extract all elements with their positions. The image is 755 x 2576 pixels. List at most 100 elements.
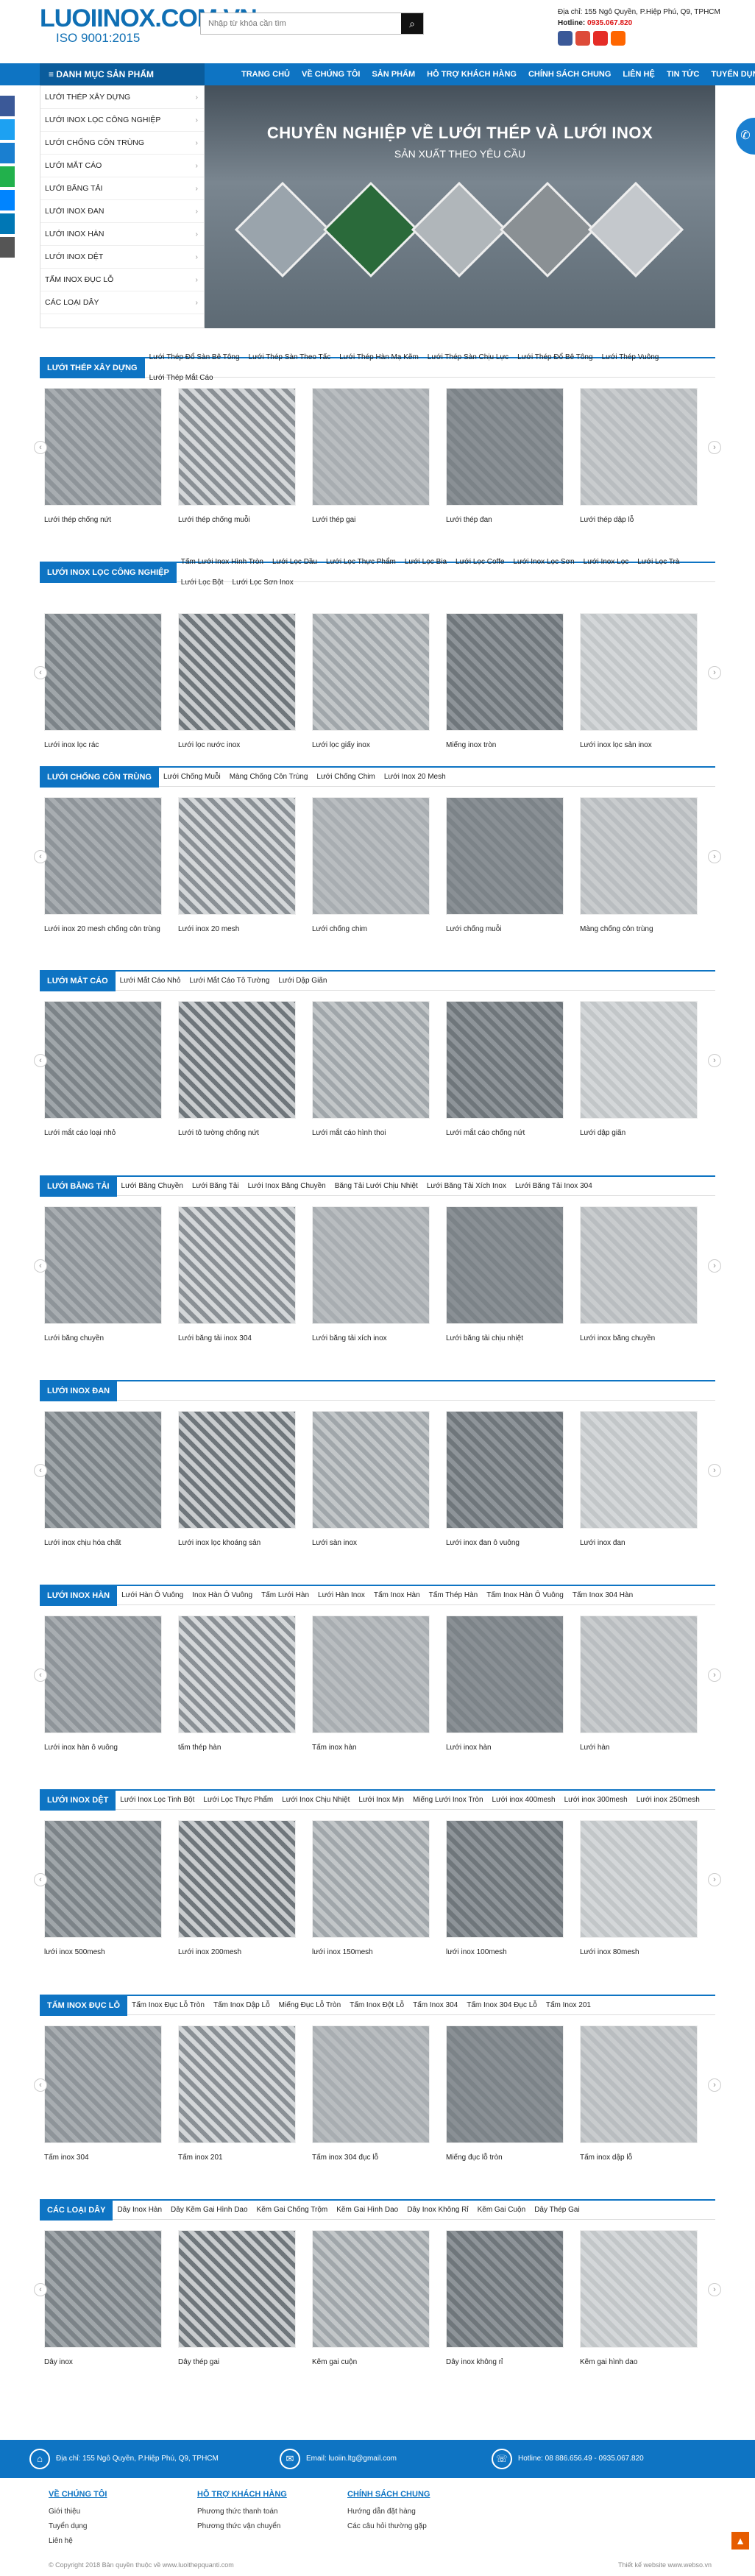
footer-link[interactable]: Phương thức thanh toán [197, 2505, 287, 2519]
product-name[interactable]: Lưới thép chống muỗi [178, 516, 296, 524]
section-tab[interactable]: Lưới Inox Chịu Nhiệt [277, 1790, 354, 1811]
footer-link[interactable]: Các câu hỏi thường gặp [347, 2519, 430, 2534]
section-tab[interactable]: Kẽm Gai Chống Trộm [252, 2200, 333, 2221]
product-image[interactable] [446, 797, 564, 915]
section-title[interactable]: LƯỚI INOX HÀN [40, 1585, 118, 1606]
product-image[interactable] [580, 1616, 698, 1733]
section-tab[interactable]: Tấm Inox Đột Lỗ [345, 1995, 408, 2016]
product-name[interactable]: Tấm inox 304 đục lỗ [312, 2154, 430, 2162]
section-tab[interactable]: Lưới Mắt Cáo Tô Tường [185, 971, 274, 991]
product-image[interactable] [44, 797, 162, 915]
product-name[interactable]: Lưới tô tường chống nứt [178, 1129, 296, 1137]
product-image[interactable] [446, 1206, 564, 1324]
product-name[interactable]: Tấm inox 304 [44, 2154, 162, 2162]
nav-item[interactable]: TIN TỨC [661, 63, 706, 85]
product-card[interactable]: Tấm inox 201 [178, 2025, 296, 2162]
product-name[interactable]: Dây inox [44, 2358, 162, 2366]
product-image[interactable] [178, 388, 296, 506]
product-name[interactable]: Miếng inox tròn [446, 741, 564, 749]
section-tab[interactable]: Tấm Inox Đục Lỗ Tròn [127, 1995, 209, 2016]
section-tab[interactable]: Lưới Thép Mắt Cáo [145, 368, 218, 389]
next-arrow-icon[interactable]: › [708, 1259, 721, 1273]
product-image[interactable] [44, 1411, 162, 1529]
section-tab[interactable]: Lưới Thép Đổ Sàn Bê Tông [145, 347, 244, 368]
section-tab[interactable]: Lưới Chống Chim [312, 767, 379, 788]
section-tab[interactable]: Tấm Lưới Hàn [257, 1585, 313, 1606]
product-name[interactable]: Dây thép gai [178, 2358, 296, 2366]
section-tab[interactable]: Tấm Inox Dập Lỗ [209, 1995, 274, 2016]
call-phone-icon[interactable]: ✆ [736, 118, 755, 155]
product-card[interactable]: Lưới inox hàn ô vuông [44, 1616, 162, 1752]
section-tab[interactable]: Dây Thép Gai [530, 2200, 584, 2221]
section-tab[interactable]: Lưới Inox Lọc Tinh Bột [116, 1790, 199, 1811]
product-card[interactable]: lưới inox 150mesh [312, 1820, 430, 1956]
product-image[interactable] [446, 1001, 564, 1119]
section-tab[interactable]: Miếng Đục Lỗ Tròn [274, 1995, 346, 2016]
product-image[interactable] [178, 1411, 296, 1529]
product-image[interactable] [580, 1411, 698, 1529]
section-tab[interactable]: Băng Tải Lưới Chịu Nhiệt [330, 1176, 422, 1197]
product-image[interactable] [178, 797, 296, 915]
product-card[interactable]: Lưới inox 20 mesh [178, 797, 296, 933]
product-image[interactable] [178, 2025, 296, 2143]
section-tab[interactable]: Kẽm Gai Hình Dao [332, 2200, 403, 2221]
section-tab[interactable]: Lưới Lọc Bia [400, 552, 451, 573]
product-image[interactable] [178, 1820, 296, 1938]
product-card[interactable]: Lưới inox lọc rác [44, 613, 162, 749]
product-name[interactable]: Lưới inox băng chuyền [580, 1334, 698, 1342]
section-title[interactable]: LƯỚI INOX ĐAN [40, 1380, 118, 1401]
next-arrow-icon[interactable]: › [708, 1054, 721, 1067]
section-tab[interactable]: Tấm Inox 304 Đục Lỗ [462, 1995, 542, 2016]
prev-arrow-icon[interactable]: ‹ [34, 2283, 47, 2296]
share-linkedin-icon[interactable] [0, 213, 15, 234]
product-card[interactable]: Tấm inox 304 đục lỗ [312, 2025, 430, 2162]
section-tab[interactable]: Lưới Inox Mịn [354, 1790, 408, 1811]
product-image[interactable] [178, 613, 296, 731]
section-tab[interactable]: Tấm Lưới Inox Hình Tròn [177, 552, 268, 573]
product-name[interactable]: Lưới lọc nước inox [178, 741, 296, 749]
product-image[interactable] [446, 388, 564, 506]
product-image[interactable] [44, 613, 162, 731]
nav-item[interactable]: LIÊN HỆ [617, 63, 660, 85]
side-menu-item[interactable]: LƯỚI CHỐNG CÔN TRÙNG [40, 132, 204, 155]
product-name[interactable]: Lưới inox đan [580, 1539, 698, 1547]
section-tab[interactable]: Lưới Thép Hàn Mạ Kẽm [335, 347, 423, 368]
section-tab[interactable]: Tấm Thép Hàn [425, 1585, 483, 1606]
product-name[interactable]: lưới inox 500mesh [44, 1948, 162, 1956]
rss-icon[interactable] [611, 31, 625, 46]
prev-arrow-icon[interactable]: ‹ [34, 1669, 47, 1682]
product-image[interactable] [44, 2025, 162, 2143]
product-card[interactable]: Lưới thép chống muỗi [178, 388, 296, 524]
product-card[interactable]: Lưới mắt cáo hình thoi [312, 1001, 430, 1137]
product-image[interactable] [446, 2230, 564, 2348]
product-card[interactable]: Lưới hàn [580, 1616, 698, 1752]
product-image[interactable] [446, 2025, 564, 2143]
prev-arrow-icon[interactable]: ‹ [34, 2078, 47, 2092]
next-arrow-icon[interactable]: › [708, 2283, 721, 2296]
product-name[interactable]: Kẽm gai cuộn [312, 2358, 430, 2366]
product-image[interactable] [312, 1206, 430, 1324]
nav-item[interactable]: VỀ CHÚNG TÔI [296, 63, 366, 85]
next-arrow-icon[interactable]: › [708, 666, 721, 679]
section-tab[interactable]: Lưới Thép Sàn Theo Tấc [244, 347, 336, 368]
product-name[interactable]: Lưới thép gai [312, 516, 430, 524]
section-tab[interactable]: Lưới Lọc Coffe [451, 552, 508, 573]
google-plus-icon[interactable] [575, 31, 590, 46]
nav-item[interactable]: SẢN PHẨM [366, 63, 421, 85]
prev-arrow-icon[interactable]: ‹ [34, 1054, 47, 1067]
product-image[interactable] [580, 1206, 698, 1324]
prev-arrow-icon[interactable]: ‹ [34, 441, 47, 454]
product-name[interactable]: Tấm inox 201 [178, 2154, 296, 2162]
product-card[interactable]: lưới inox 100mesh [446, 1820, 564, 1956]
section-tab[interactable]: Tấm Inox 304 Hàn [568, 1585, 637, 1606]
share-link-icon[interactable] [0, 166, 15, 187]
section-tab[interactable]: Lưới Lọc Trà [633, 552, 684, 573]
product-name[interactable]: Lưới inox 20 mesh chống côn trùng [44, 925, 162, 933]
section-tab[interactable]: Dây Inox Không Rỉ [403, 2200, 472, 2221]
product-name[interactable]: Miếng đục lỗ tròn [446, 2154, 564, 2162]
product-name[interactable]: tấm thép hàn [178, 1744, 296, 1752]
side-menu-item[interactable]: LƯỚI BĂNG TẢI [40, 177, 204, 200]
section-title[interactable]: LƯỚI INOX LỌC CÔNG NGHIỆP [40, 562, 177, 583]
product-image[interactable] [580, 797, 698, 915]
product-card[interactable]: Lưới băng tải xích inox [312, 1206, 430, 1342]
